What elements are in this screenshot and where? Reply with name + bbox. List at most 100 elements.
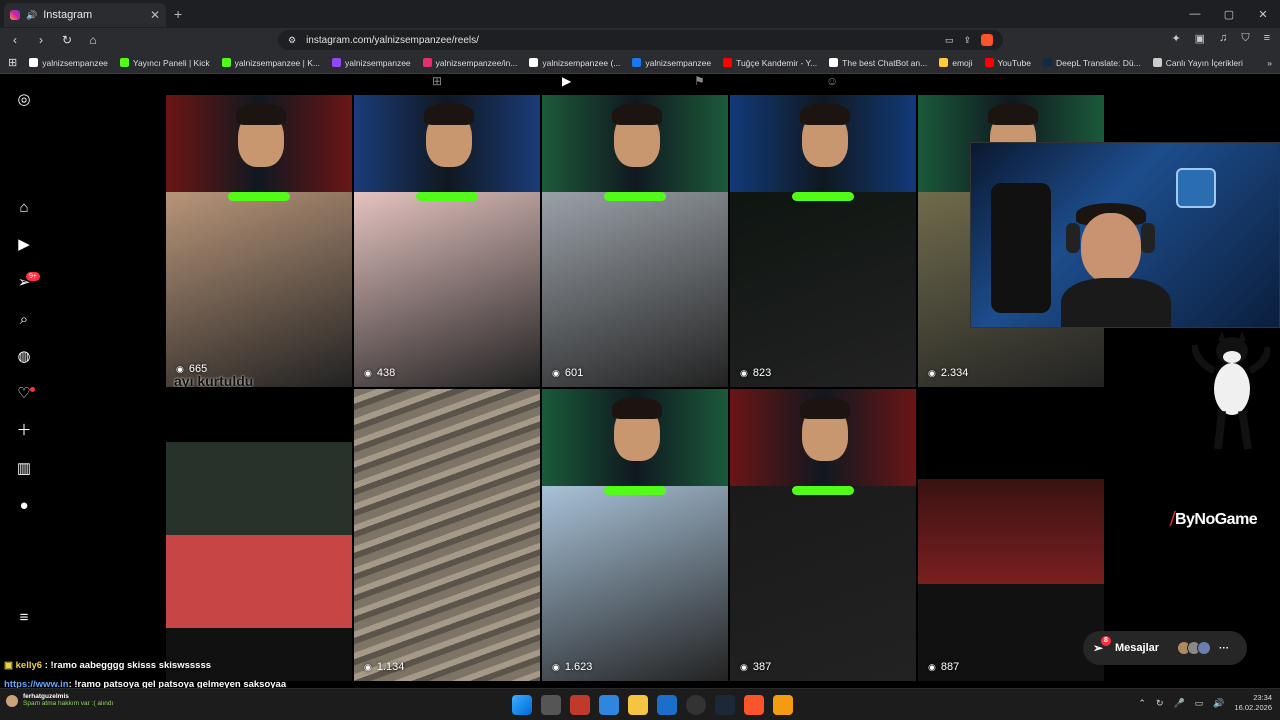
clock[interactable]: 23:34 16.02.2026: [1234, 693, 1272, 713]
search-icon[interactable]: ⌕: [15, 311, 33, 329]
bookmark-item[interactable]: yalnizsempanzee: [632, 58, 711, 68]
bookmark-item[interactable]: yalnizsempanzee: [29, 58, 108, 68]
bookmark-item[interactable]: Tuğçe Kandemir - Y...: [723, 58, 817, 68]
file-explorer-icon[interactable]: [628, 695, 648, 715]
browser-menu-icon[interactable]: ≡: [1264, 32, 1270, 45]
bookmark-item[interactable]: The best ChatBot an...: [829, 58, 927, 68]
eye-icon: ◉: [740, 367, 748, 378]
reel-tile[interactable]: ◉ 387: [730, 389, 916, 681]
bookmark-favicon-icon: [422, 58, 432, 67]
mic-icon[interactable]: 🎤: [1174, 698, 1185, 709]
bookmark-item[interactable]: Yayıncı Paneli | Kick: [119, 58, 210, 68]
explore-icon[interactable]: ◍: [15, 348, 33, 366]
close-tab-icon[interactable]: ✕: [150, 8, 160, 22]
chat-notification: ferhatguzelmis Spam atma hakkım var :( a…: [6, 693, 113, 707]
kick-channel-banner: [792, 192, 854, 201]
reels-tab-icon[interactable]: ▶: [562, 74, 571, 88]
brave-icon[interactable]: [744, 695, 764, 715]
reel-tile[interactable]: ◉ 1.623: [542, 389, 728, 681]
display-icon[interactable]: ▭: [1195, 698, 1204, 709]
more-icon[interactable]: ···: [1219, 643, 1229, 654]
eye-icon: ◉: [364, 661, 372, 672]
messages-bar[interactable]: ➢ 8 Mesajlar ···: [1083, 631, 1247, 665]
create-icon[interactable]: ＋: [15, 422, 33, 440]
reel-tile[interactable]: [166, 389, 352, 681]
photos-icon[interactable]: [599, 695, 619, 715]
bookmarks-overflow-icon[interactable]: »: [1267, 58, 1272, 68]
bookmark-item[interactable]: yalnizsempanzee | K...: [221, 58, 320, 68]
bookmark-item[interactable]: yalnizsempanzee (...: [529, 58, 620, 68]
new-tab-button[interactable]: +: [174, 6, 182, 22]
speaker-icon[interactable]: 🔊: [26, 10, 37, 21]
reel-webcam-area: [730, 95, 916, 192]
back-icon[interactable]: ‹: [8, 33, 22, 47]
reel-tile[interactable]: ◉ 438: [354, 95, 540, 387]
minimize-button[interactable]: —: [1178, 8, 1212, 20]
home-icon[interactable]: ⌂: [15, 199, 33, 217]
volume-icon[interactable]: 🔊: [1213, 698, 1224, 709]
messages-send-icon: ➢ 8: [1093, 636, 1111, 655]
bookmark-item[interactable]: Canlı Yayın İçerikleri: [1152, 58, 1243, 68]
dashboard-icon[interactable]: ▥: [15, 460, 33, 478]
reel-clip-area: [166, 192, 352, 387]
task-view-icon[interactable]: [541, 695, 561, 715]
tagged-tab-icon[interactable]: ☺: [826, 74, 838, 88]
media-icon[interactable]: ♫: [1219, 32, 1227, 45]
obs-icon[interactable]: [686, 695, 706, 715]
menu-icon[interactable]: ≡: [15, 609, 33, 627]
reel-webcam-area: [542, 95, 728, 192]
reel-tile[interactable]: ◉ 887: [918, 389, 1104, 681]
reels-grid: ayı kurtuldu ◉ 665 ◉ 438 ◉ 601 ◉ 823 ◉ 2.334 ◉ 1.134…: [166, 95, 1105, 688]
reel-webcam-area: [166, 95, 352, 192]
tab-instagram[interactable]: 🔊 Instagram ✕: [4, 3, 166, 27]
extensions-icon[interactable]: ✦: [1171, 32, 1180, 45]
site-settings-icon[interactable]: ⚙: [288, 35, 296, 46]
notification-user: ferhatguzelmis: [23, 693, 69, 700]
bookmark-item[interactable]: emoji: [939, 58, 973, 68]
sync-icon[interactable]: ↻: [1156, 698, 1164, 709]
reel-webcam-area: [918, 389, 1104, 486]
mail-icon[interactable]: [657, 695, 677, 715]
bookmark-favicon-icon: [723, 58, 733, 67]
cast-icon[interactable]: ▭: [945, 35, 954, 46]
bookmark-item[interactable]: DeepL Translate: Dü...: [1042, 58, 1141, 68]
bookmark-item[interactable]: yalnizsempanzee/in...: [422, 58, 517, 68]
apps-icon[interactable]: ⊞: [8, 56, 17, 69]
streamer-webcam-overlay: [970, 142, 1280, 328]
posts-tab-icon[interactable]: ⊞: [432, 74, 442, 88]
forward-icon[interactable]: ›: [34, 33, 48, 47]
maximize-button[interactable]: ▢: [1212, 8, 1246, 21]
eye-icon: ◉: [928, 661, 936, 672]
bookmark-item[interactable]: yalnizsempanzee: [331, 58, 411, 68]
reload-icon[interactable]: ↻: [60, 33, 74, 47]
sidebar-toggle-icon[interactable]: ▣: [1195, 32, 1205, 45]
reels-icon[interactable]: ▶: [15, 236, 33, 254]
address-bar[interactable]: ⚙ instagram.com/yalnizsempanzee/reels/ ▭…: [278, 30, 1003, 50]
saved-tab-icon[interactable]: ⚑: [694, 74, 705, 88]
vlc-icon[interactable]: [773, 695, 793, 715]
reel-clip-area: [918, 479, 1104, 584]
chat-user: https://www.in: [4, 679, 69, 688]
profile-tabs: ⊞ ▶ ⚑ ☺: [166, 74, 1105, 90]
notification-badge: 9+: [26, 272, 40, 281]
bookmark-item[interactable]: YouTube: [984, 58, 1031, 68]
home-browser-icon[interactable]: ⌂: [86, 33, 100, 47]
bookmark-favicon-icon: [1152, 58, 1162, 67]
reel-view-count: ◉ 823: [740, 367, 772, 379]
reel-tile[interactable]: ◉ 1.134: [354, 389, 540, 681]
reel-tile[interactable]: ◉ 601: [542, 95, 728, 387]
reel-tile[interactable]: ayı kurtuldu ◉ 665: [166, 95, 352, 387]
start-icon[interactable]: [512, 695, 532, 715]
tray-chevron-icon[interactable]: ⌃: [1138, 698, 1146, 709]
instagram-sidebar: ◎ ⌂ ▶ ➢ 9+ ⌕ ◍ ♡ ＋ ▥ ● ≡: [0, 74, 48, 688]
brave-shields-icon[interactable]: [981, 34, 993, 46]
share-icon[interactable]: ⇪: [963, 35, 971, 46]
window-controls: — ▢ ✕: [1178, 0, 1280, 28]
vpn-icon[interactable]: ⛉: [1241, 32, 1249, 45]
profile-icon[interactable]: ●: [15, 497, 33, 515]
instagram-logo-icon[interactable]: ◎: [15, 91, 33, 109]
reel-tile[interactable]: ◉ 823: [730, 95, 916, 387]
close-window-button[interactable]: ✕: [1246, 8, 1280, 21]
snipping-tool-icon[interactable]: [570, 695, 590, 715]
steam-icon[interactable]: [715, 695, 735, 715]
